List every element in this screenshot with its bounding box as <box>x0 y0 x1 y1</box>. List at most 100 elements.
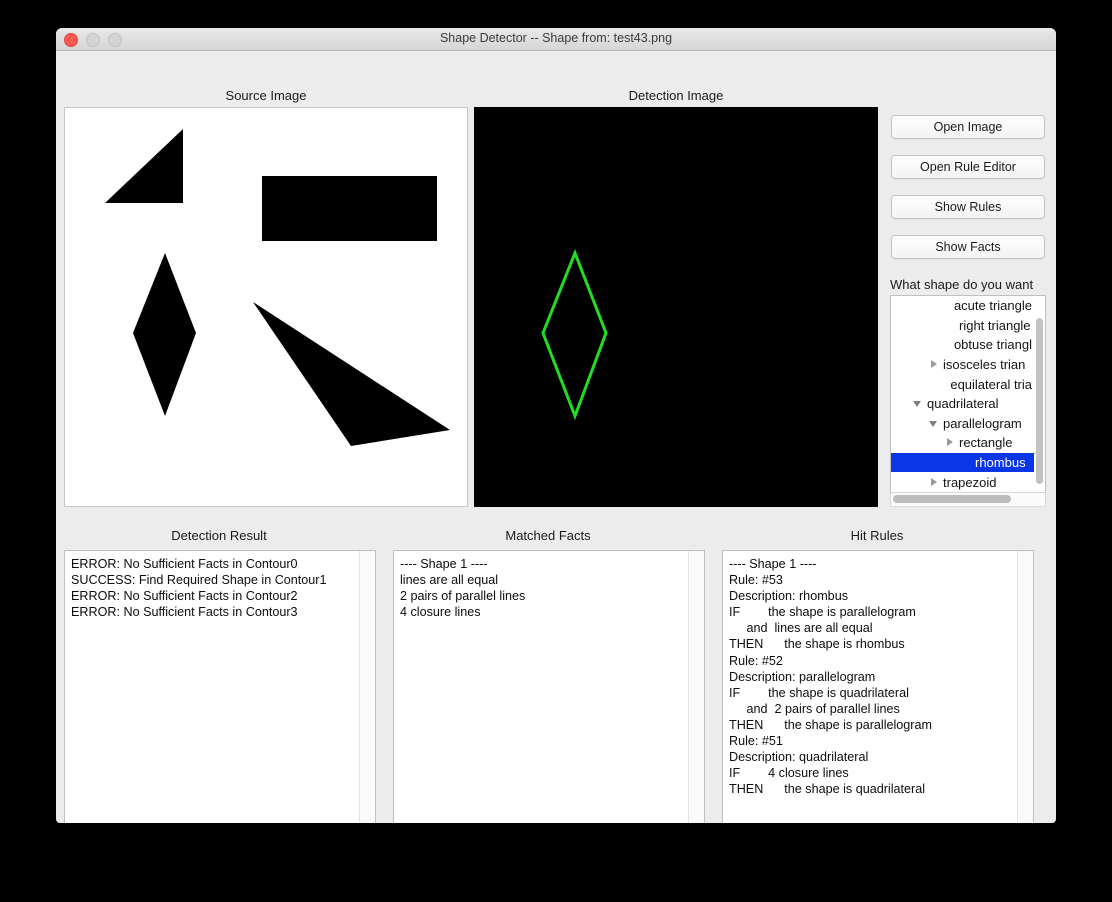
detection-result-panel[interactable]: ERROR: No Sufficient Facts in Contour0 SU… <box>64 550 376 823</box>
disclosure-spacer-icon <box>940 300 951 311</box>
text-line: Rule: #52 <box>729 653 783 668</box>
detection-image-caption: Detection Image <box>628 88 724 103</box>
show-rules-button[interactable]: Show Rules <box>891 195 1045 219</box>
matched-facts-scrollbar[interactable] <box>688 551 704 823</box>
chevron-right-icon[interactable] <box>945 437 956 448</box>
text-line: IF the shape is quadrilateral <box>729 685 909 700</box>
hit-rules-panel[interactable]: ---- Shape 1 ---- Rule: #53 Description: r… <box>722 550 1034 823</box>
text-line: Description: rhombus <box>729 589 848 604</box>
text-line: THEN the shape is parallelogram <box>729 717 932 732</box>
tree-item-right-triangle[interactable]: right triangle <box>891 316 1034 336</box>
source-image-caption: Source Image <box>225 88 307 103</box>
detection-result-caption: Detection Result <box>171 528 267 543</box>
tree-item-label: right triangle <box>959 317 1031 333</box>
tree-item-quadrilateral[interactable]: quadrilateral <box>891 394 1034 414</box>
text-line: 2 pairs of parallel lines <box>400 589 526 604</box>
tree-item-isosceles-trian[interactable]: isosceles trian <box>891 355 1034 375</box>
tree-item-label: equilateral tria <box>950 376 1032 392</box>
text-line: Description: quadrilateral <box>729 750 869 765</box>
tree-item-label: obtuse triangl <box>953 337 1032 353</box>
detection-image-canvas[interactable] <box>474 107 878 507</box>
text-line: 4 closure lines <box>400 605 481 620</box>
text-line: Rule: #51 <box>729 734 783 749</box>
source-image-svg <box>105 129 450 446</box>
tree-item-inner: obtuse triangl <box>891 337 1032 352</box>
shape-tree-items[interactable]: acute triangle right triangle obtuse trian… <box>891 296 1034 492</box>
text-line: THEN the shape is quadrilateral <box>729 782 925 797</box>
open-rule-editor-button[interactable]: Open Rule Editor <box>891 155 1045 179</box>
tree-item-rectangle[interactable]: rectangle <box>891 433 1034 453</box>
matched-facts-caption: Matched Facts <box>505 528 591 543</box>
text-line: ERROR: No Sufficient Facts in Contour3 <box>71 605 298 620</box>
tree-item-parallelogram[interactable]: parallelogram <box>891 414 1034 434</box>
tree-item-obtuse-triangl[interactable]: obtuse triangl <box>891 335 1034 355</box>
tree-item-label: rectangle <box>959 435 1013 451</box>
text-line: SUCCESS: Find Required Shape in Contour1 <box>71 573 327 588</box>
hit-rules-caption: Hit Rules <box>850 528 904 543</box>
disclosure-spacer-icon <box>936 379 947 390</box>
tree-item-label: acute triangle <box>953 298 1032 314</box>
tree-item-label: parallelogram <box>943 415 1022 431</box>
tree-item-trapezoid[interactable]: trapezoid <box>891 472 1034 492</box>
hit-rules-text: ---- Shape 1 ---- Rule: #53 Description: r… <box>723 551 1017 823</box>
tree-horizontal-scrollbar-thumb[interactable] <box>893 495 1011 503</box>
text-line: lines are all equal <box>400 573 499 588</box>
tree-item-inner: rhombus <box>891 455 1032 470</box>
show-facts-button[interactable]: Show Facts <box>891 235 1045 259</box>
text-line: IF the shape is parallelogram <box>729 605 916 620</box>
text-line: ERROR: No Sufficient Facts in Contour0 <box>71 557 298 571</box>
tree-item-inner: parallelogram <box>891 416 1032 431</box>
tree-item-inner: quadrilateral <box>891 396 1032 411</box>
window-content: Source Image Detection Image Open Image … <box>56 51 1056 823</box>
detection-result-text: ERROR: No Sufficient Facts in Contour0 SU… <box>65 551 359 823</box>
tree-item-acute-triangle[interactable]: acute triangle <box>891 296 1034 316</box>
source-image-canvas[interactable] <box>64 107 468 507</box>
text-line: Rule: #53 <box>729 573 783 588</box>
tree-item-inner: isosceles trian <box>891 357 1032 372</box>
tree-item-inner: acute triangle <box>891 298 1032 313</box>
text-line: ---- Shape 1 ---- <box>729 557 817 571</box>
text-line: Description: parallelogram <box>729 669 876 684</box>
matched-facts-panel[interactable]: ---- Shape 1 ---- lines are all equal 2 pa… <box>393 550 705 823</box>
tree-vertical-scrollbar[interactable] <box>1035 318 1044 484</box>
tree-item-equilateral-tria[interactable]: equilateral tria <box>891 374 1034 394</box>
disclosure-spacer-icon <box>961 457 972 468</box>
tree-item-label: trapezoid <box>943 474 997 490</box>
chevron-down-icon[interactable] <box>913 398 924 409</box>
chevron-right-icon[interactable] <box>929 359 940 370</box>
detection-image-svg <box>541 248 608 421</box>
shape-right-triangle <box>105 129 183 203</box>
disclosure-spacer-icon <box>945 320 956 331</box>
chevron-right-icon[interactable] <box>929 477 940 488</box>
tree-item-rhombus[interactable]: rhombus <box>891 452 1034 473</box>
text-line: and 2 pairs of parallel lines <box>729 701 900 716</box>
tree-item-inner: rectangle <box>891 435 1032 450</box>
tree-item-inner: trapezoid <box>891 475 1032 490</box>
hit-rules-scrollbar[interactable] <box>1017 551 1033 823</box>
text-line: ERROR: No Sufficient Facts in Contour2 <box>71 589 298 604</box>
shape-rhombus <box>133 253 196 416</box>
detection-result-scrollbar[interactable] <box>359 551 375 823</box>
tree-item-inner: right triangle <box>891 318 1032 333</box>
shape-obtuse-triangle <box>253 302 450 446</box>
tree-item-label: rhombus <box>975 455 1026 471</box>
text-line: IF 4 closure lines <box>729 766 849 781</box>
tree-item-label: quadrilateral <box>927 396 999 412</box>
chevron-down-icon[interactable] <box>929 418 940 429</box>
text-line: THEN the shape is rhombus <box>729 637 905 652</box>
application-window: Shape Detector -- Shape from: test43.png… <box>56 28 1056 823</box>
title-bar: Shape Detector -- Shape from: test43.png <box>56 28 1056 51</box>
detected-rhombus-outline <box>541 248 608 421</box>
text-line: ---- Shape 1 ---- <box>400 557 488 571</box>
disclosure-spacer-icon <box>940 339 951 350</box>
matched-facts-text: ---- Shape 1 ---- lines are all equal 2 pa… <box>394 551 688 823</box>
window-title: Shape Detector -- Shape from: test43.png <box>439 31 673 45</box>
tree-horizontal-scrollbar[interactable] <box>890 492 1046 507</box>
tree-item-label: isosceles trian <box>943 357 1026 373</box>
open-image-button[interactable]: Open Image <box>891 115 1045 139</box>
shape-tree[interactable]: acute triangle right triangle obtuse trian… <box>890 295 1046 493</box>
tree-item-inner: equilateral tria <box>891 377 1032 392</box>
tree-vertical-scrollbar-thumb[interactable] <box>1036 318 1043 484</box>
tree-prompt-label: What shape do you want <box>890 277 1034 292</box>
text-line: and lines are all equal <box>729 621 873 636</box>
